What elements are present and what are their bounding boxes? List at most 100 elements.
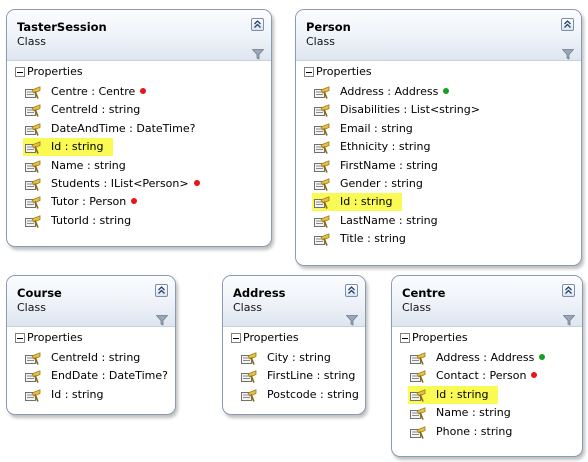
property-row[interactable]: Email : string [296,120,581,138]
class-box-centre[interactable]: Centre Class Properties Address : Addres… [391,275,583,457]
class-box-person[interactable]: Person Class Properties Address : Addres… [295,9,582,266]
property-icon [25,159,41,173]
collapse-icon[interactable] [562,284,575,297]
properties-section-header[interactable]: Properties [7,327,175,349]
property-label: Id : string [51,387,104,401]
collapse-section-icon[interactable] [15,333,25,343]
property-list: City : string FirstLine : string Postcode … [223,349,365,404]
property-label: EndDate : DateTime? [51,369,168,383]
red-dot-icon [531,372,538,379]
properties-section-header[interactable]: Properties [392,327,582,349]
collapse-icon[interactable] [345,284,358,297]
properties-label: Properties [27,331,83,344]
collapse-section-icon[interactable] [304,67,314,77]
property-icon [25,140,41,154]
property-row[interactable]: TutorId : string [7,212,271,230]
class-name: Course [17,286,62,300]
property-row[interactable]: EndDate : DateTime? [7,367,175,385]
property-row[interactable]: LastName : string [296,212,581,230]
property-row[interactable]: Name : string [7,157,271,175]
property-icon [314,232,330,246]
property-row[interactable]: Address : Address [296,83,581,101]
class-name: Person [306,20,351,34]
property-row[interactable]: Contact : Person [392,367,582,385]
property-icon [314,140,330,154]
property-text: Phone : string [436,425,512,438]
property-text: Centre : Centre [51,85,147,98]
property-icon [25,388,41,402]
property-row[interactable]: FirstName : string [296,157,581,175]
class-box-course[interactable]: Course Class Properties CentreId : strin… [6,275,176,415]
filter-icon[interactable] [562,311,576,326]
property-row[interactable]: Ethnicity : string [296,138,581,156]
property-text: Id : string [436,388,489,401]
property-row[interactable]: City : string [223,349,365,367]
collapse-section-icon[interactable] [231,333,241,343]
property-label: LastName : string [340,213,438,227]
property-row[interactable]: CentreId : string [7,101,271,119]
class-name: TasterSession [17,20,107,34]
property-row[interactable]: Tutor : Person [7,193,271,211]
property-row[interactable]: Title : string [296,230,581,248]
property-icon [314,195,330,210]
property-row[interactable]: Address : Address [392,349,582,367]
property-icon [241,388,257,402]
property-label: Address : Address [340,85,439,98]
class-header[interactable]: Course Class [7,276,175,327]
property-text: CentreId : string [51,351,140,364]
property-list: Centre : Centre CentreId : string DateAndT… [7,83,271,230]
property-row[interactable]: Id : string [7,138,271,157]
collapse-icon[interactable] [251,18,264,31]
properties-section-header[interactable]: Properties [7,61,271,83]
property-label: Gender : string [340,176,423,190]
property-label: Tutor : Person [51,195,127,209]
property-row[interactable]: FirstLine : string [223,367,365,385]
property-label: Id : string [340,195,393,209]
filter-icon[interactable] [155,311,169,326]
class-header[interactable]: Person Class [296,10,581,61]
red-dot-icon [140,88,147,94]
property-icon [410,406,426,420]
class-kind: Class [233,301,262,314]
properties-section-header[interactable]: Properties [223,327,365,349]
class-name: Address [233,286,286,300]
property-label: Postcode : string [267,387,359,401]
property-icon [25,122,41,136]
collapse-icon[interactable] [155,284,168,297]
property-row[interactable]: Name : string [392,404,582,422]
property-text: Name : string [436,406,511,419]
property-icon [25,195,41,210]
property-list: Address : Address Contact : Person Id : st… [392,349,582,441]
class-box-tastersession[interactable]: TasterSession Class Properties Centre : … [6,9,272,247]
filter-icon[interactable] [345,311,359,326]
property-row[interactable]: Id : string [7,386,175,404]
property-text: CentreId : string [51,103,140,116]
collapse-section-icon[interactable] [15,67,25,77]
property-label: Ethnicity : string [340,140,431,154]
property-row[interactable]: Disabilities : List<string> [296,101,581,119]
property-row[interactable]: Id : string [296,193,581,212]
property-text: Id : string [51,388,104,401]
collapse-icon[interactable] [561,18,574,31]
property-row[interactable]: DateAndTime : DateTime? [7,120,271,138]
filter-icon[interactable] [561,45,575,60]
property-text: EndDate : DateTime? [51,369,168,382]
property-icon [314,122,330,136]
class-box-address[interactable]: Address Class Properties City : string Fi… [222,275,366,415]
property-text: Ethnicity : string [340,140,430,153]
property-row[interactable]: Gender : string [296,175,581,193]
property-list: CentreId : string EndDate : DateTime? Id :… [7,349,175,404]
property-row[interactable]: Students : IList<Person> [7,175,271,193]
property-row[interactable]: Id : string [392,385,582,404]
property-icon [410,369,426,384]
class-header[interactable]: Address Class [223,276,365,327]
class-header[interactable]: Centre Class [392,276,582,327]
properties-section-header[interactable]: Properties [296,61,581,83]
property-row[interactable]: Postcode : string [223,386,365,404]
class-header[interactable]: TasterSession Class [7,10,271,61]
filter-icon[interactable] [251,45,265,60]
collapse-section-icon[interactable] [400,333,410,343]
property-row[interactable]: Phone : string [392,423,582,441]
property-row[interactable]: Centre : Centre [7,83,271,101]
property-row[interactable]: CentreId : string [7,349,175,367]
